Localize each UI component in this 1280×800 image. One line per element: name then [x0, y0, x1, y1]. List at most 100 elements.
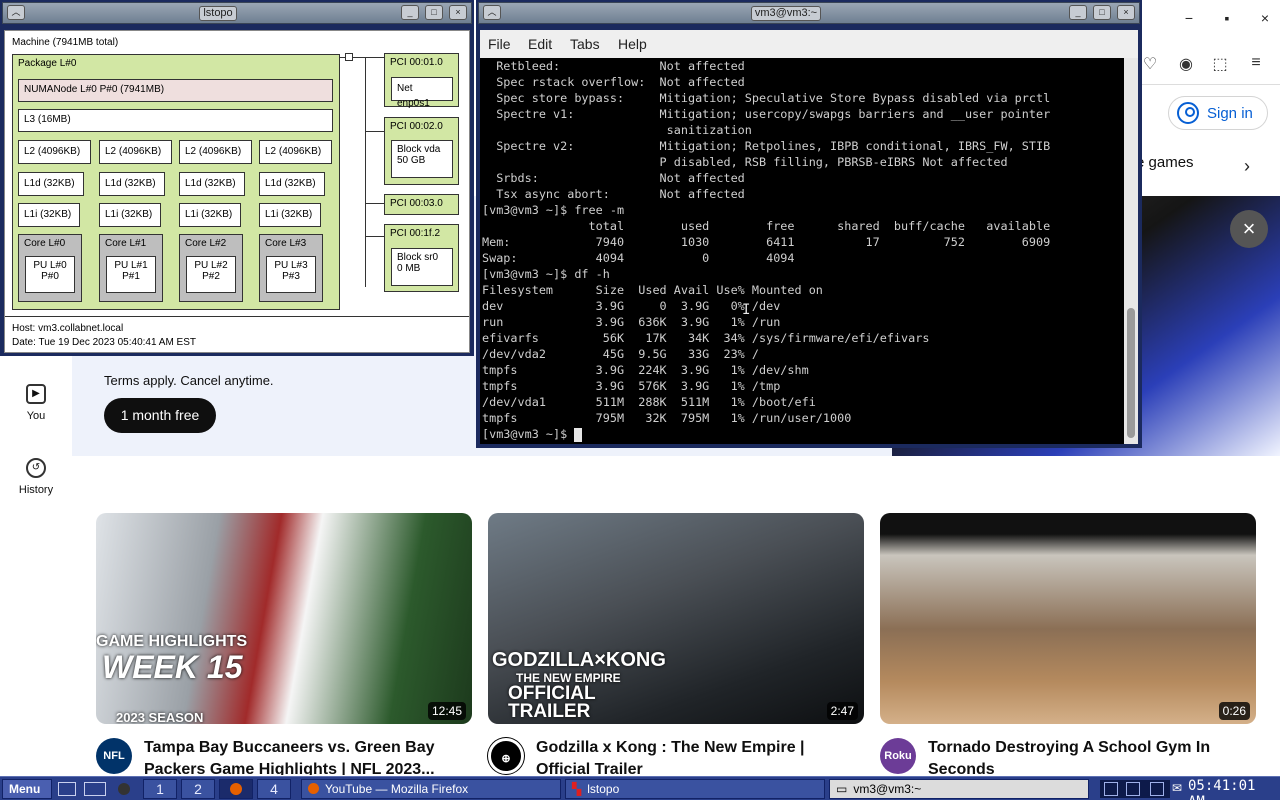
firefox-icon [308, 783, 319, 794]
window-list-icon[interactable] [84, 782, 106, 796]
os-device-label: 50 GB [397, 155, 426, 166]
window-menu-icon[interactable]: ︿ [7, 5, 25, 20]
host-label: Host: vm3.collabnet.local [12, 323, 124, 334]
close-icon[interactable]: × [449, 5, 467, 20]
package-label: Package L#0 [18, 58, 77, 69]
free-trial-button[interactable]: 1 month free [104, 398, 216, 433]
window-menu-icon[interactable]: ︿ [483, 5, 501, 20]
menu-tabs[interactable]: Tabs [570, 36, 600, 52]
firefox-window-controls: − ▪ × [1178, 10, 1280, 34]
minimize-icon[interactable]: _ [1069, 5, 1087, 20]
text-cursor [574, 427, 583, 442]
os-device-box: Net enp0s1 [391, 77, 453, 109]
l2-cache-box: L2 (4096KB) [179, 140, 252, 164]
menu-help[interactable]: Help [618, 36, 647, 52]
terminal-titlebar[interactable]: ︿ vm3@vm3:~ _ □ × [478, 2, 1140, 24]
maximize-icon[interactable]: □ [425, 5, 443, 20]
terminal-scrollbar[interactable] [1124, 58, 1138, 444]
menu-edit[interactable]: Edit [528, 36, 552, 52]
video-duration: 0:26 [1218, 702, 1250, 720]
terminal-line: /dev/vda1 511M 288K 511M 1% /boot/efi [482, 395, 816, 409]
terminal-line: run 3.9G 636K 3.9G 1% /run [482, 315, 781, 329]
pci-address: PCI 00:02.0 [390, 121, 443, 132]
desktop-2-button[interactable]: 2 [181, 779, 215, 799]
sidebar-item-you[interactable]: ▶ You [0, 384, 72, 422]
tray-icon[interactable] [1126, 782, 1140, 796]
terminal-line: dev 3.9G 0 3.9G 0% /dev [482, 299, 781, 313]
play-library-icon: ▶ [26, 384, 46, 404]
banner-close-icon[interactable]: × [1230, 210, 1268, 248]
close-icon[interactable]: × [1254, 10, 1276, 26]
tray-icon[interactable] [1150, 782, 1164, 796]
taskbar-clock[interactable]: 05:41:01 AM [1188, 778, 1280, 800]
minimize-icon[interactable]: − [1178, 10, 1200, 26]
task-button-terminal[interactable]: ▭ vm3@vm3:~ [829, 779, 1089, 799]
terminal-icon: ▭ [836, 782, 848, 796]
account-icon[interactable]: ◉ [1174, 54, 1198, 76]
channel-avatar[interactable]: ⊕ [488, 738, 524, 774]
terminal-line: Spec store bypass: Mitigation; Speculati… [482, 91, 1051, 105]
start-menu-button[interactable]: Menu [2, 779, 52, 799]
bus-line [365, 57, 385, 58]
lstopo-icon: ▚ [572, 782, 582, 796]
bus-line [365, 236, 385, 237]
bus-line [365, 203, 385, 204]
minimize-icon[interactable]: _ [401, 5, 419, 20]
terminal-output[interactable]: [vm3@vm3 ~]$ I Retbleed: Not affected Sp… [480, 58, 1124, 444]
desktop-3-button[interactable] [219, 779, 253, 799]
video-thumbnail[interactable]: 0:26 [880, 513, 1256, 724]
firefox-icon [230, 783, 242, 795]
terminal-line: Tsx async abort: Not affected [482, 187, 745, 201]
filter-chip-games[interactable]: e games [1136, 154, 1194, 171]
desktop-1-button[interactable]: 1 [143, 779, 177, 799]
video-thumbnail[interactable]: GAME HIGHLIGHTS WEEK 15 2023 SEASON 12:4… [96, 513, 472, 724]
sign-in-label: Sign in [1207, 104, 1253, 122]
terminal-window: ︿ vm3@vm3:~ _ □ × File Edit Tabs Help [v… [476, 0, 1142, 448]
show-desktop-icon[interactable] [58, 782, 76, 796]
channel-avatar[interactable]: Roku [880, 738, 916, 774]
terminal-line: total used free shared buff/cache availa… [482, 219, 1051, 233]
os-device-label: Block vda [397, 144, 441, 155]
pu-label: PU L#0 [33, 260, 67, 271]
scrollbar-thumb[interactable] [1127, 308, 1135, 438]
maximize-icon[interactable]: ▪ [1216, 10, 1238, 26]
menu-file[interactable]: File [488, 36, 511, 52]
terminal-line: tmpfs 795M 32K 795M 1% /run/user/1000 [482, 411, 852, 425]
l1d-cache-box: L1d (32KB) [99, 172, 165, 196]
video-title[interactable]: Tampa Bay Buccaneers vs. Green Bay Packe… [144, 737, 464, 775]
lstopo-titlebar[interactable]: ︿ lstopo _ □ × [2, 2, 472, 24]
sidebar-item-history[interactable]: ↺ History [0, 458, 72, 496]
app-launcher-icon[interactable] [118, 783, 130, 795]
sign-in-button[interactable]: Sign in [1168, 96, 1268, 130]
video-thumbnail[interactable]: GODZILLA×KONG THE NEW EMPIRE OFFICIAL TR… [488, 513, 864, 724]
terminal-line: Spec rstack overflow: Not affected [482, 75, 745, 89]
video-title[interactable]: Tornado Destroying A School Gym In Secon… [928, 737, 1248, 775]
window-title: vm3@vm3:~ [751, 6, 821, 21]
app-menu-icon[interactable]: ≡ [1244, 54, 1268, 76]
task-label: YouTube — Mozilla Firefox [325, 782, 469, 796]
taskbar: Menu 1 2 4 YouTube — Mozilla Firefox ▚ ls… [0, 776, 1280, 800]
mail-icon[interactable]: ✉ [1172, 781, 1182, 795]
pci-device-box: PCI 00:03.0 [384, 194, 459, 215]
topology-canvas: Machine (7941MB total) Package L#0 NUMAN… [4, 30, 470, 353]
tray-icon[interactable] [1104, 782, 1118, 796]
terminal-line: Spectre v2: Mitigation; Retpolines, IBPB… [482, 139, 1051, 153]
task-button-firefox[interactable]: YouTube — Mozilla Firefox [301, 779, 561, 799]
thumbnail-text: WEEK 15 [102, 649, 243, 685]
desktop-4-button[interactable]: 4 [257, 779, 291, 799]
bus-line [365, 57, 366, 287]
channel-avatar[interactable]: NFL [96, 738, 132, 774]
banner-terms: Terms apply. Cancel anytime. [104, 373, 274, 388]
pu-box: PU L#1 P#1 [106, 256, 156, 293]
lstopo-window: ︿ lstopo _ □ × Machine (7941MB total) Pa… [0, 0, 474, 356]
chevron-right-icon[interactable]: › [1244, 156, 1250, 177]
close-icon[interactable]: × [1117, 5, 1135, 20]
extensions-icon[interactable]: ⬚ [1208, 54, 1232, 76]
pu-label: P#0 [41, 271, 59, 282]
l2-cache-box: L2 (4096KB) [99, 140, 172, 164]
maximize-icon[interactable]: □ [1093, 5, 1111, 20]
l1i-cache-box: L1i (32KB) [18, 203, 80, 227]
terminal-prompt-line[interactable]: [vm3@vm3 ~]$ [482, 426, 583, 442]
task-button-lstopo[interactable]: ▚ lstopo [565, 779, 825, 799]
video-title[interactable]: Godzilla x Kong : The New Empire | Offic… [536, 737, 856, 775]
